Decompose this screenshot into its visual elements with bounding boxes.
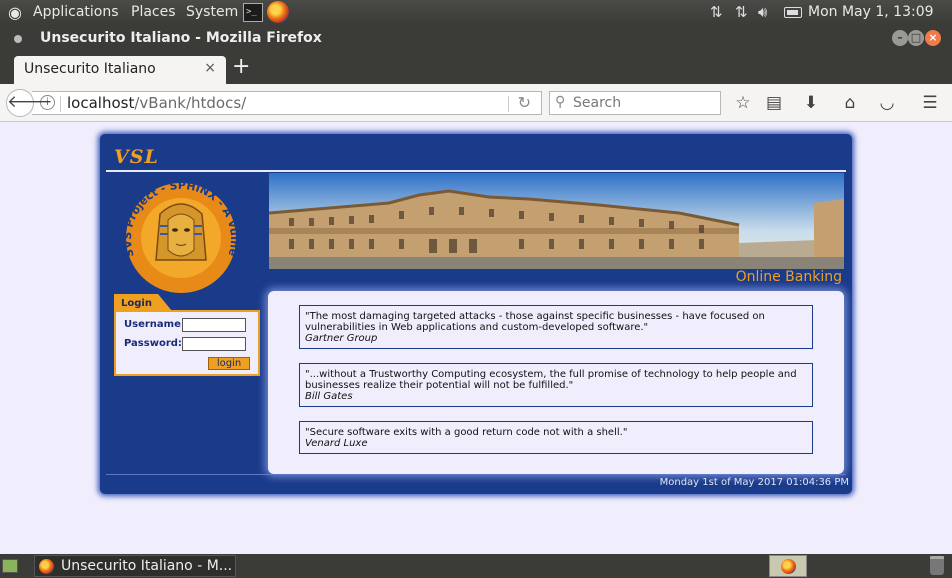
quote-text: "The most damaging targeted attacks - th… bbox=[305, 311, 765, 333]
login-button[interactable]: login bbox=[208, 357, 250, 370]
menu-places[interactable]: Places bbox=[131, 4, 176, 20]
navigation-toolbar: i localhost/vBank/htdocs/ ↻ 🡐 ⚲ Search ☆… bbox=[0, 84, 952, 122]
network-up-down-icon[interactable]: ⇅ bbox=[710, 3, 723, 21]
minimize-button[interactable]: – bbox=[892, 30, 908, 46]
quote-box: "Secure software exits with a good retur… bbox=[299, 421, 813, 454]
reading-list-icon[interactable]: ▤ bbox=[763, 93, 785, 113]
bottom-panel: Unsecurito Italiano - M... bbox=[0, 554, 952, 578]
search-icon: ⚲ bbox=[555, 94, 566, 110]
taskbar-window-label: Unsecurito Italiano - M... bbox=[61, 558, 233, 574]
back-button[interactable]: 🡐 bbox=[6, 89, 53, 117]
bookmark-star-icon[interactable]: ☆ bbox=[732, 93, 754, 113]
volume-icon[interactable]: 🔊︎ bbox=[758, 3, 767, 21]
close-window-button[interactable]: × bbox=[925, 30, 941, 46]
home-icon[interactable]: ⌂ bbox=[839, 93, 861, 113]
firefox-icon bbox=[39, 559, 54, 574]
footer-datetime: Monday 1st of May 2017 01:04:36 PM bbox=[659, 477, 849, 488]
window-title-bar: Unsecurito Italiano - Mozilla Firefox – … bbox=[0, 26, 952, 52]
bank-frame: VSL SVS Project - SPHINX - A vulnerable … bbox=[100, 134, 852, 494]
quote-text: "...without a Trustworthy Computing ecos… bbox=[305, 369, 797, 391]
url-separator bbox=[60, 96, 61, 112]
system-top-panel: ◉ Applications Places System >_ ⇅ ⇅ 🔊︎ M… bbox=[0, 0, 952, 26]
window-title: Unsecurito Italiano - Mozilla Firefox bbox=[40, 30, 322, 46]
quotes-panel: "The most damaging targeted attacks - th… bbox=[268, 291, 844, 474]
login-header: Login bbox=[114, 294, 172, 311]
close-tab-icon[interactable]: × bbox=[204, 60, 216, 76]
pocket-icon[interactable]: ◡ bbox=[876, 93, 898, 113]
clock[interactable]: Mon May 1, 13:09 bbox=[808, 4, 934, 20]
password-input[interactable] bbox=[182, 337, 246, 351]
url-text[interactable]: localhost/vBank/htdocs/ bbox=[67, 94, 246, 112]
tab-bar: Unsecurito Italiano × + bbox=[0, 52, 952, 84]
username-input[interactable] bbox=[182, 318, 246, 332]
terminal-launcher-icon[interactable]: >_ bbox=[243, 3, 263, 22]
menu-applications[interactable]: Applications bbox=[33, 4, 119, 20]
reload-icon[interactable]: ↻ bbox=[518, 93, 531, 112]
quote-text: "Secure software exits with a good retur… bbox=[305, 427, 628, 438]
url-path: /vBank/htdocs/ bbox=[134, 94, 247, 112]
downloads-icon[interactable]: ⬇ bbox=[800, 93, 822, 113]
palace-panorama-banner bbox=[269, 173, 844, 269]
network-transfer-icon[interactable]: ⇅ bbox=[735, 3, 748, 21]
url-host: localhost bbox=[67, 94, 135, 112]
header-divider bbox=[106, 170, 846, 172]
firefox-icon bbox=[781, 559, 796, 574]
workspace-switcher[interactable] bbox=[769, 555, 807, 577]
tab-label: Unsecurito Italiano bbox=[24, 61, 156, 77]
new-tab-button[interactable]: + bbox=[232, 54, 250, 79]
quote-author: Bill Gates bbox=[305, 391, 353, 402]
battery-icon[interactable] bbox=[784, 7, 802, 18]
ubuntu-logo-icon[interactable]: ◉ bbox=[8, 3, 22, 22]
url-bar[interactable]: i localhost/vBank/htdocs/ ↻ bbox=[32, 91, 542, 115]
taskbar-firefox-window[interactable]: Unsecurito Italiano - M... bbox=[34, 555, 236, 577]
username-label: Username: bbox=[124, 319, 185, 330]
hamburger-menu-icon[interactable]: ☰ bbox=[919, 93, 941, 113]
sphinx-project-logo: SVS Project - SPHINX - A vulnerable Web … bbox=[116, 176, 241, 293]
url-separator-right bbox=[508, 96, 509, 112]
quote-box: "...without a Trustworthy Computing ecos… bbox=[299, 363, 813, 407]
quote-author: Venard Luxe bbox=[305, 438, 368, 449]
page-viewport: VSL SVS Project - SPHINX - A vulnerable … bbox=[0, 123, 952, 554]
vsl-logo: VSL bbox=[114, 146, 159, 168]
quote-author: Gartner Group bbox=[305, 333, 378, 344]
firefox-launcher-icon[interactable] bbox=[267, 1, 289, 23]
tab-unsecurito-italiano[interactable]: Unsecurito Italiano × bbox=[14, 56, 226, 84]
maximize-button[interactable]: □ bbox=[908, 30, 924, 46]
search-box[interactable]: ⚲ Search bbox=[549, 91, 721, 115]
trash-icon[interactable] bbox=[930, 556, 944, 575]
search-placeholder: Search bbox=[573, 95, 622, 111]
password-label: Password: bbox=[124, 338, 182, 349]
login-form: Username: Password: login bbox=[114, 310, 260, 376]
footer-divider bbox=[106, 474, 846, 475]
window-menu-icon[interactable] bbox=[14, 35, 22, 43]
show-desktop-icon[interactable] bbox=[2, 559, 18, 573]
banner-caption: Online Banking bbox=[735, 269, 842, 285]
login-box: Login Username: Password: login bbox=[114, 294, 260, 378]
menu-system[interactable]: System bbox=[186, 4, 238, 20]
quote-box: "The most damaging targeted attacks - th… bbox=[299, 305, 813, 349]
